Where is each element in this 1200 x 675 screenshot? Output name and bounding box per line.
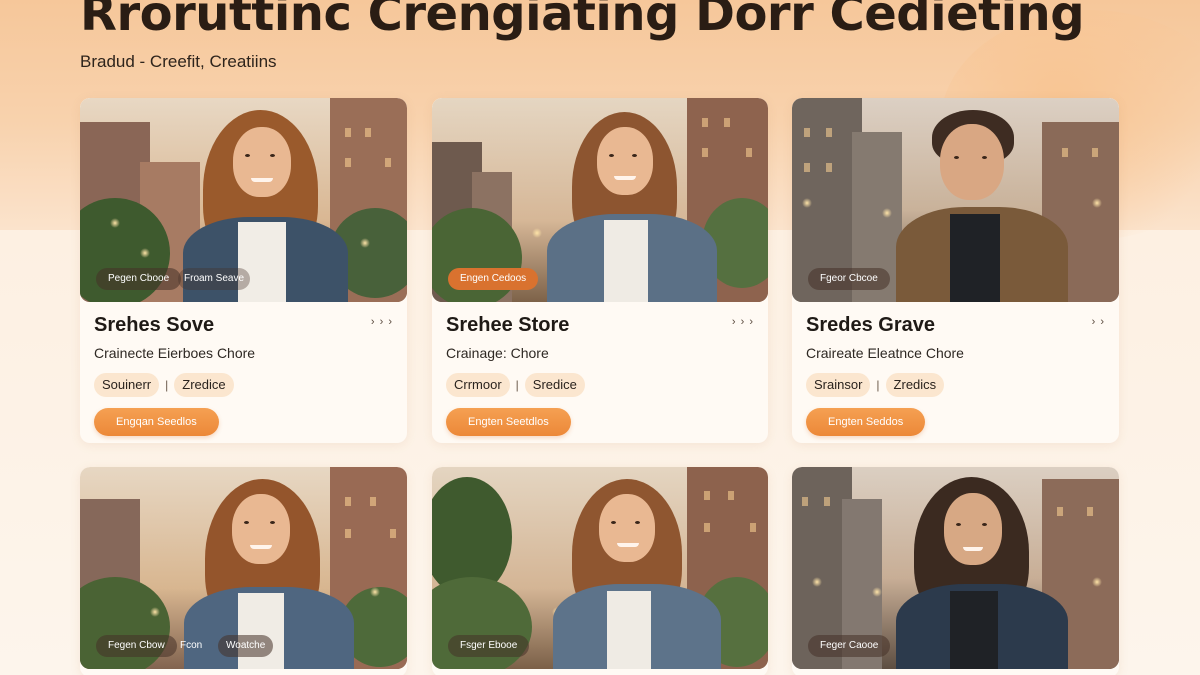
person-figure	[892, 102, 1072, 302]
card-description: Craireate Eleatnce Chore	[806, 345, 964, 361]
photo-tag: Fsger Ebooe	[448, 635, 530, 657]
page-header: Rroruttinc Crengiating Dorr Cedieting Br…	[80, 0, 1085, 72]
profile-photo: Fsger Ebooe	[432, 467, 768, 669]
page-title: Rroruttinc Crengiating Dorr Cedieting	[80, 0, 1085, 42]
profile-card[interactable]: Engen Cedoos Srehee Store › › › Crainage…	[432, 98, 768, 443]
profile-card[interactable]: Fegen Cbow Fcon Woatche	[80, 467, 407, 675]
profile-card[interactable]: Fgeor Cbcoe Sredes Grave › › Craireate E…	[792, 98, 1119, 443]
card-action-button[interactable]: Engqan Seedlos	[94, 408, 219, 436]
person-figure	[542, 102, 722, 302]
chip-separator: |	[165, 378, 169, 392]
photo-tag-tertiary: Woatche	[218, 635, 274, 657]
tag-chip[interactable]: Crrmoor	[446, 373, 510, 397]
photo-tag: Fgeor Cbcoe	[808, 268, 890, 290]
chevron-right-icon[interactable]: › › ›	[732, 316, 754, 328]
tag-chip[interactable]: Souinerr	[94, 373, 160, 397]
tag-chip[interactable]: Zredice	[174, 373, 234, 397]
chip-separator: |	[876, 378, 880, 392]
tag-chip[interactable]: Sredice	[524, 373, 585, 397]
chip-separator: |	[515, 378, 519, 392]
profile-photo: Pegen Cbooe Froam Seave	[80, 98, 407, 302]
person-figure	[892, 469, 1072, 669]
profile-photo: Engen Cedoos	[432, 98, 768, 302]
profile-card[interactable]: Feger Caooe	[792, 467, 1119, 675]
page-subtitle: Bradud - Creefit, Creatiins	[80, 52, 277, 71]
card-description: Crainage: Chore	[446, 345, 549, 361]
card-title: Srehee Store	[446, 314, 570, 336]
photo-tag: Fegen Cbow	[96, 635, 177, 657]
photo-tag-secondary: Fcon	[180, 640, 203, 651]
card-action-button[interactable]: Engten Seddos	[806, 408, 926, 436]
profile-photo: Feger Caooe	[792, 467, 1119, 669]
profile-card[interactable]: Fsger Ebooe	[432, 467, 768, 675]
tag-chip[interactable]: Zredics	[885, 373, 945, 397]
card-action-button[interactable]: Engten Seetdlos	[446, 408, 571, 436]
profile-card[interactable]: Pegen Cbooe Froam Seave Srehes Sove › › …	[80, 98, 407, 443]
photo-tag: Engen Cedoos	[448, 268, 539, 290]
person-figure	[547, 469, 727, 669]
tag-chip[interactable]: Srainsor	[806, 373, 871, 397]
card-title: Srehes Sove	[94, 314, 215, 336]
photo-tag: Feger Caooe	[808, 635, 891, 657]
photo-tag: Pegen Cbooe	[96, 268, 182, 290]
profile-photo: Fgeor Cbcoe	[792, 98, 1119, 302]
chevron-right-icon[interactable]: › › ›	[371, 316, 393, 328]
card-title: Sredes Grave	[806, 314, 935, 336]
profile-photo: Fegen Cbow Fcon Woatche	[80, 467, 407, 669]
card-description: Crainecte Eierboes Chore	[94, 345, 256, 361]
chevron-right-icon[interactable]: › ›	[1092, 316, 1105, 328]
photo-tag-secondary: Froam Seave	[178, 268, 251, 290]
